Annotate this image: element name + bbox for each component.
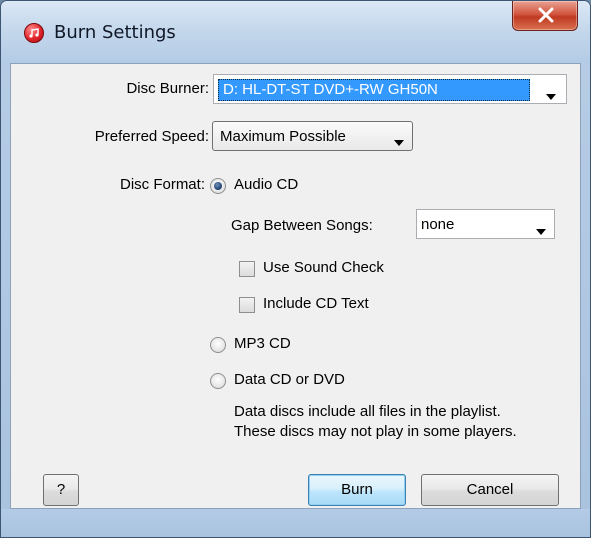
use-sound-check-label[interactable]: Use Sound Check	[263, 259, 384, 276]
burn-settings-window: Burn Settings Disc Burner: D: HL-DT-ST D…	[0, 0, 591, 538]
include-cd-text-label[interactable]: Include CD Text	[263, 295, 369, 312]
itunes-disc-icon	[24, 23, 44, 43]
disc-burner-dropdown[interactable]: D: HL-DT-ST DVD+-RW GH50N	[213, 74, 567, 104]
include-cd-text-checkbox[interactable]	[239, 297, 255, 313]
data-disc-note: Data discs include all files in the play…	[234, 402, 517, 442]
data-disc-note-line2: These discs may not play in some players…	[234, 423, 517, 440]
close-button[interactable]	[512, 1, 578, 31]
data-cd-label[interactable]: Data CD or DVD	[234, 371, 345, 388]
disc-format-label: Disc Format:	[119, 176, 205, 193]
gap-between-songs-dropdown[interactable]: none	[416, 209, 555, 239]
cancel-button[interactable]: Cancel	[421, 474, 559, 506]
audio-cd-radio[interactable]	[210, 178, 226, 194]
disc-burner-label: Disc Burner:	[126, 80, 209, 97]
preferred-speed-label: Preferred Speed:	[94, 128, 209, 145]
dialog-client-area: Disc Burner: D: HL-DT-ST DVD+-RW GH50N P…	[10, 63, 581, 509]
data-cd-radio[interactable]	[210, 373, 226, 389]
preferred-speed-dropdown[interactable]: Maximum Possible	[212, 121, 413, 151]
window-frame-bottom	[1, 509, 590, 537]
chevron-down-icon	[394, 133, 404, 150]
use-sound-check-checkbox[interactable]	[239, 261, 255, 277]
chevron-down-icon	[536, 222, 546, 239]
gap-between-songs-label: Gap Between Songs:	[231, 217, 373, 234]
window-title: Burn Settings	[54, 22, 176, 43]
chevron-down-icon	[546, 87, 556, 104]
data-disc-note-line1: Data discs include all files in the play…	[234, 403, 501, 420]
help-button[interactable]: ?	[43, 474, 79, 506]
title-bar[interactable]: Burn Settings	[1, 1, 590, 63]
disc-burner-value: D: HL-DT-ST DVD+-RW GH50N	[223, 81, 438, 98]
audio-cd-label[interactable]: Audio CD	[234, 176, 298, 193]
burn-button[interactable]: Burn	[308, 474, 406, 506]
mp3-cd-radio[interactable]	[210, 337, 226, 353]
gap-between-songs-value: none	[421, 216, 455, 233]
preferred-speed-value: Maximum Possible	[220, 128, 346, 145]
mp3-cd-label[interactable]: MP3 CD	[234, 335, 291, 352]
